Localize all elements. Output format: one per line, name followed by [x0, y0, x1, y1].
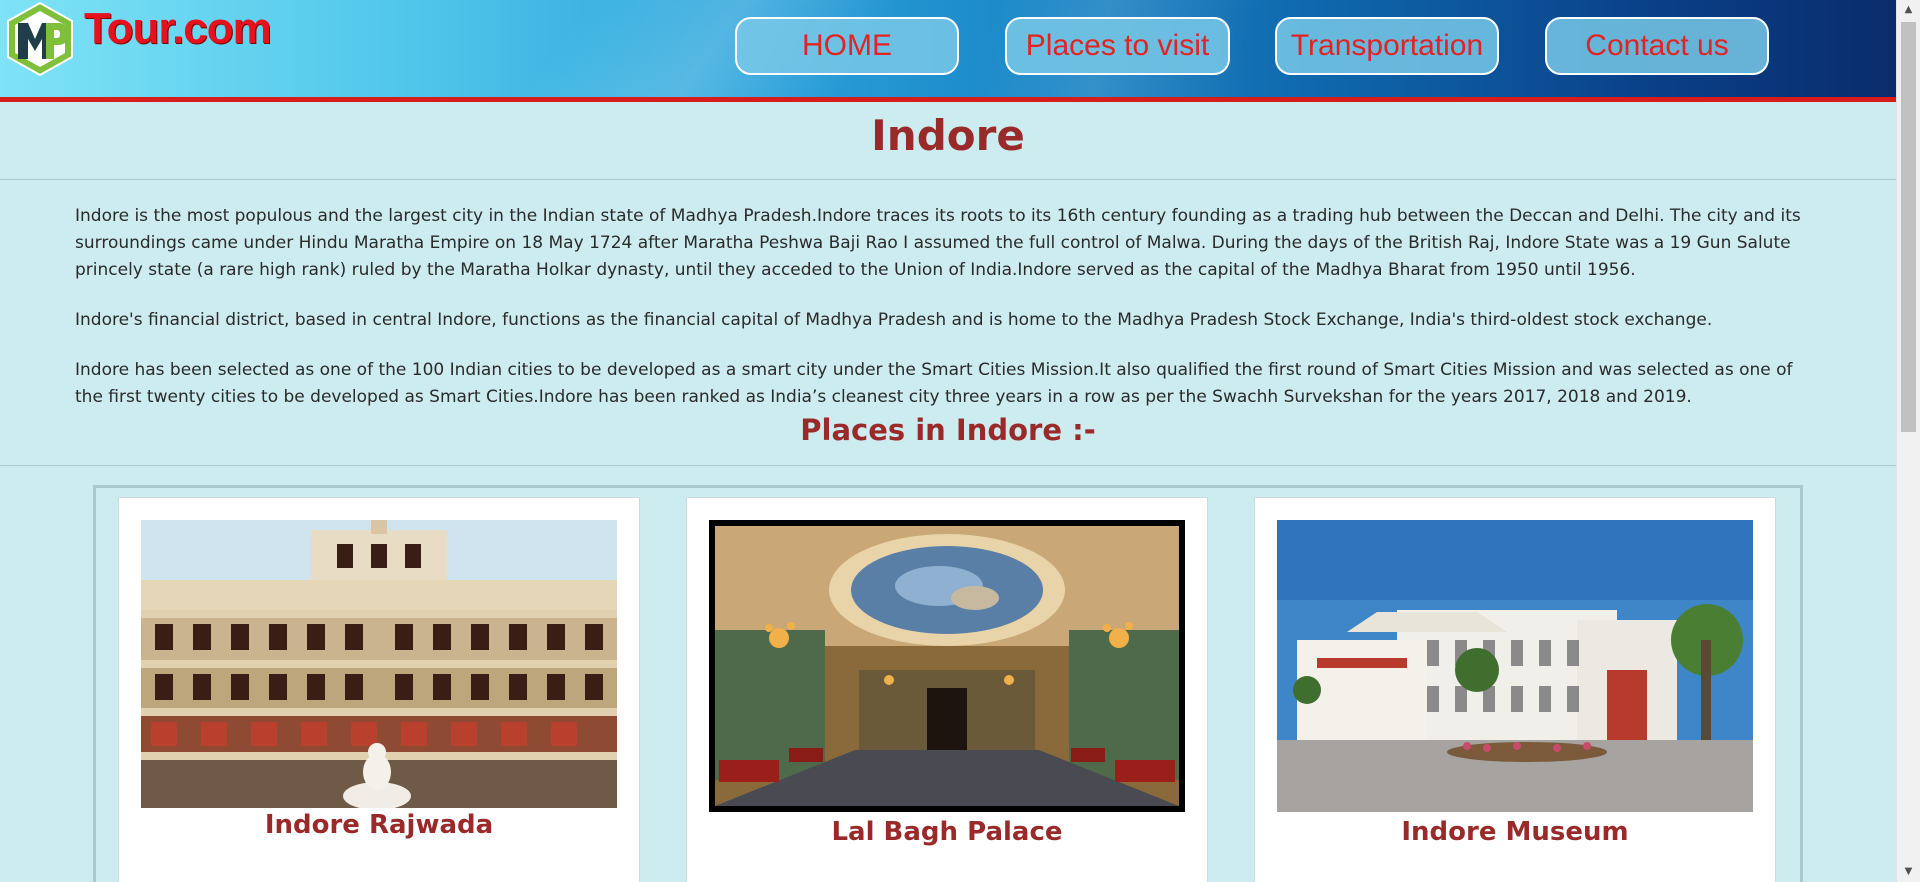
- rajwada-image: [141, 520, 617, 808]
- place-card-lal-bagh[interactable]: Lal Bagh Palace: [686, 497, 1208, 882]
- place-name[interactable]: Indore Museum: [1255, 815, 1775, 849]
- place-card-rajwada[interactable]: Indore Rajwada: [118, 497, 640, 882]
- divider: [0, 465, 1896, 466]
- nav-home-button[interactable]: HOME: [735, 17, 959, 75]
- nav-contact-button[interactable]: Contact us: [1545, 17, 1769, 75]
- mp-logo-icon: [7, 1, 73, 77]
- site-logo[interactable]: Tour.com: [2, 1, 272, 79]
- site-header: Tour.com HOME Places to visit Transporta…: [0, 0, 1896, 102]
- place-card-museum[interactable]: Indore Museum: [1254, 497, 1776, 882]
- scroll-down-icon[interactable]: ▼: [1897, 862, 1920, 882]
- nav-transportation-button[interactable]: Transportation: [1275, 17, 1499, 75]
- place-name[interactable]: Lal Bagh Palace: [687, 815, 1207, 849]
- paragraph-smart-city: Indore has been selected as one of the 1…: [75, 360, 1793, 407]
- vertical-scrollbar[interactable]: ▲ ▼: [1896, 0, 1920, 882]
- museum-image: [1277, 520, 1753, 812]
- nav-places-button[interactable]: Places to visit: [1005, 17, 1230, 75]
- page: Tour.com HOME Places to visit Transporta…: [0, 0, 1896, 882]
- paragraph-finance: Indore's financial district, based in ce…: [75, 310, 1713, 330]
- place-name[interactable]: Indore Rajwada: [119, 808, 639, 842]
- places-heading: Places in Indore :-: [800, 413, 1096, 447]
- page-title: Indore: [871, 111, 1025, 160]
- paragraph-history: Indore is the most populous and the larg…: [75, 206, 1801, 280]
- divider: [0, 179, 1896, 180]
- intro-text: Indore is the most populous and the larg…: [75, 203, 1815, 434]
- scroll-thumb[interactable]: [1901, 22, 1916, 432]
- logo-text: Tour.com: [84, 4, 272, 53]
- lal-bagh-image: [709, 520, 1185, 812]
- scroll-up-icon[interactable]: ▲: [1897, 0, 1920, 20]
